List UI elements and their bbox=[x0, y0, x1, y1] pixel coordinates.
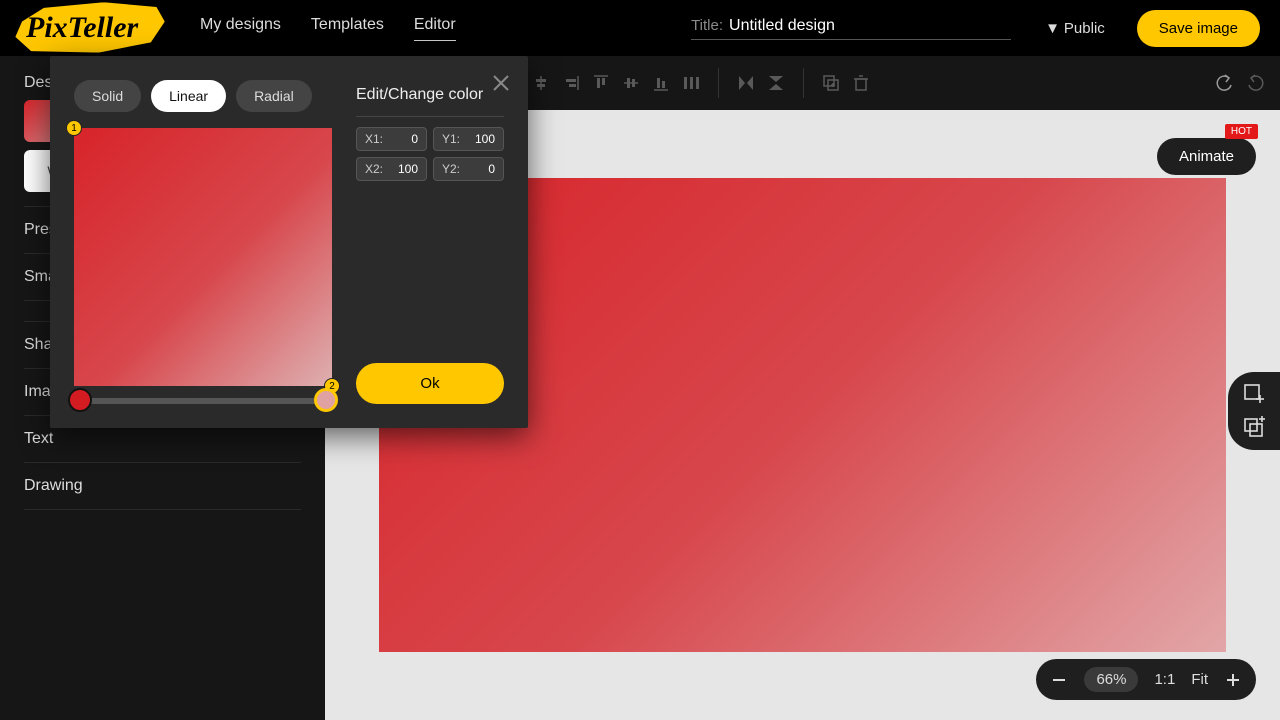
delete-icon[interactable] bbox=[850, 72, 872, 94]
redo-icon[interactable] bbox=[1244, 72, 1266, 94]
undo-redo-group bbox=[1214, 72, 1266, 94]
zoom-out-icon[interactable] bbox=[1050, 671, 1068, 689]
mode-solid[interactable]: Solid bbox=[74, 80, 141, 112]
align-right-icon[interactable] bbox=[560, 72, 582, 94]
zoom-value[interactable]: 66% bbox=[1084, 667, 1138, 692]
popup-right: Edit/Change color X1:0 Y1:100 X2:100 Y2:… bbox=[356, 80, 504, 404]
gradient-point-1[interactable]: 1 bbox=[66, 120, 82, 136]
main-nav: My designs Templates Editor bbox=[200, 16, 456, 41]
zoom-in-icon[interactable] bbox=[1224, 671, 1242, 689]
mode-radial[interactable]: Radial bbox=[236, 80, 312, 112]
toolbar-separator-3 bbox=[803, 68, 804, 98]
toolbar-align-group bbox=[500, 72, 702, 94]
coord-x2[interactable]: X2:100 bbox=[356, 157, 427, 181]
hot-badge: HOT bbox=[1225, 124, 1258, 139]
add-layer-icon[interactable] bbox=[1242, 416, 1266, 440]
title-value: Untitled design bbox=[729, 17, 835, 35]
add-element-icon[interactable] bbox=[1242, 382, 1266, 406]
gradient-mode-tabs: Solid Linear Radial bbox=[74, 80, 332, 112]
toolbar-clipboard-group bbox=[820, 72, 872, 94]
caret-down-icon: ▼ bbox=[1045, 20, 1060, 37]
title-area: Title: Untitled design ▼ Public Save ima… bbox=[691, 10, 1260, 47]
logo[interactable]: PixTeller bbox=[20, 8, 160, 48]
gradient-stop-2[interactable] bbox=[314, 388, 338, 412]
align-top-icon[interactable] bbox=[590, 72, 612, 94]
flip-horizontal-icon[interactable] bbox=[735, 72, 757, 94]
zoom-ratio[interactable]: 1:1 bbox=[1154, 671, 1175, 688]
align-bottom-icon[interactable] bbox=[650, 72, 672, 94]
nav-editor[interactable]: Editor bbox=[414, 16, 456, 41]
popup-title: Edit/Change color bbox=[356, 86, 504, 117]
nav-templates[interactable]: Templates bbox=[311, 16, 384, 41]
visibility-value: Public bbox=[1064, 20, 1105, 37]
coord-x1[interactable]: X1:0 bbox=[356, 127, 427, 151]
app-header: PixTeller My designs Templates Editor Ti… bbox=[0, 0, 1280, 56]
title-label: Title: bbox=[691, 17, 723, 34]
ok-button[interactable]: Ok bbox=[356, 363, 504, 404]
color-picker-popup: Solid Linear Radial 1 2 Edit/Change colo… bbox=[50, 56, 528, 428]
gradient-stop-1[interactable] bbox=[68, 388, 92, 412]
toolbar-separator-2 bbox=[718, 68, 719, 98]
side-add-panel bbox=[1228, 372, 1280, 450]
animate-button[interactable]: Animate bbox=[1157, 138, 1256, 175]
animate-wrap: HOT Animate bbox=[1157, 138, 1256, 175]
duplicate-icon[interactable] bbox=[820, 72, 842, 94]
sidebar-drawing[interactable]: Drawing bbox=[24, 463, 301, 510]
visibility-dropdown[interactable]: ▼ Public bbox=[1045, 20, 1105, 37]
distribute-icon[interactable] bbox=[680, 72, 702, 94]
coord-y2[interactable]: Y2:0 bbox=[433, 157, 504, 181]
align-center-h-icon[interactable] bbox=[530, 72, 552, 94]
flip-vertical-icon[interactable] bbox=[765, 72, 787, 94]
toolbar-flip-group bbox=[735, 72, 787, 94]
zoom-fit[interactable]: Fit bbox=[1191, 671, 1208, 688]
logo-text: PixTeller bbox=[20, 8, 160, 48]
design-title-field[interactable]: Title: Untitled design bbox=[691, 17, 1011, 40]
align-middle-icon[interactable] bbox=[620, 72, 642, 94]
nav-my-designs[interactable]: My designs bbox=[200, 16, 281, 41]
gradient-coords: X1:0 Y1:100 X2:100 Y2:0 bbox=[356, 127, 504, 181]
save-image-button[interactable]: Save image bbox=[1137, 10, 1260, 47]
undo-icon[interactable] bbox=[1214, 72, 1236, 94]
mode-linear[interactable]: Linear bbox=[151, 80, 226, 112]
close-icon[interactable] bbox=[490, 72, 512, 94]
popup-left: Solid Linear Radial 1 2 bbox=[74, 80, 332, 404]
gradient-stop-track[interactable] bbox=[74, 398, 332, 404]
coord-y1[interactable]: Y1:100 bbox=[433, 127, 504, 151]
zoom-controls: 66% 1:1 Fit bbox=[1036, 659, 1256, 700]
gradient-preview[interactable]: 1 2 bbox=[74, 128, 332, 386]
